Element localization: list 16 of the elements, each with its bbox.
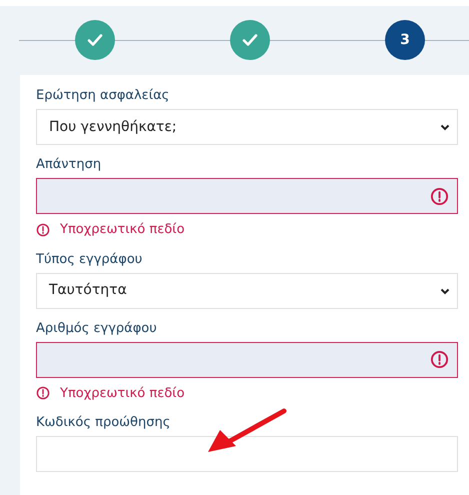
field-label: Απάντηση (36, 157, 102, 173)
field-label: Τύπος εγγράφου (36, 252, 144, 268)
select-field[interactable]: Που γεννηθήκατε; (36, 109, 458, 145)
field-label: Αριθμός εγγράφου (36, 320, 158, 336)
alert-icon (430, 186, 449, 206)
error-message: Υποχρεωτικό πεδίο (60, 384, 185, 402)
field-label: Κωδικός προώθησης (36, 415, 172, 431)
field-label: Ερώτηση ασφαλείας (36, 88, 170, 104)
current-step: 3 (385, 20, 425, 60)
error-message: Υποχρεωτικό πεδίο (60, 221, 185, 239)
alert-icon (430, 350, 449, 369)
input-field[interactable] (36, 178, 458, 214)
input-field[interactable] (36, 342, 458, 378)
select-field[interactable]: Ταυτότητα (36, 272, 458, 308)
alert-icon (36, 386, 50, 400)
alert-icon (36, 222, 50, 237)
